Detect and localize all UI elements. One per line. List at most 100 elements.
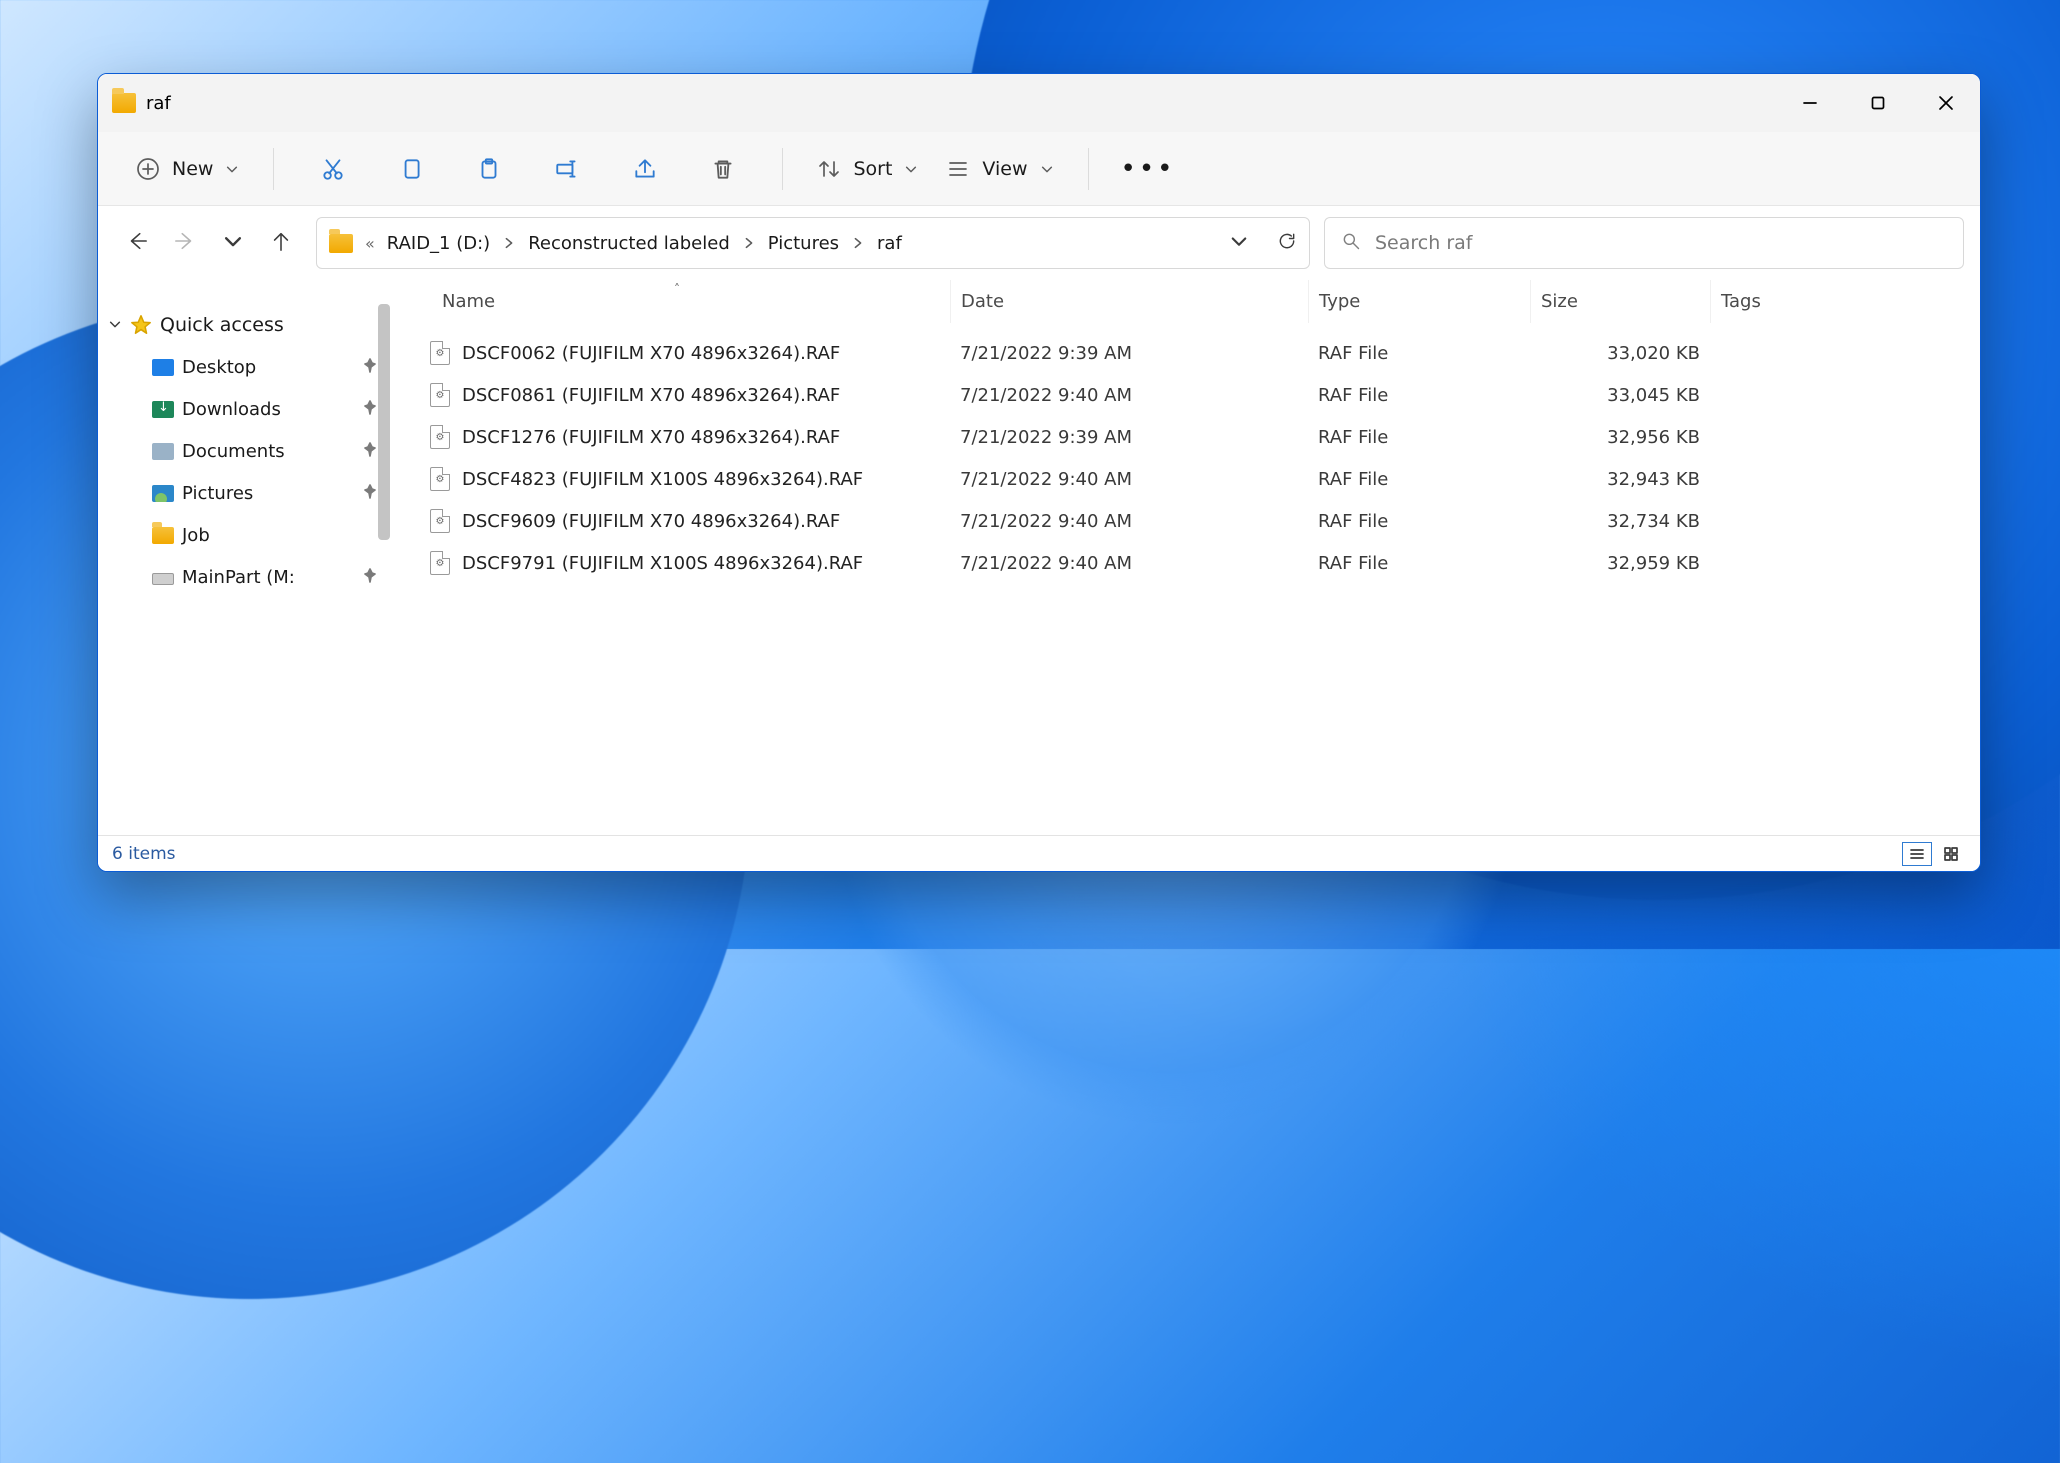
tree-item-label: Desktop xyxy=(182,357,256,378)
breadcrumb-segment[interactable]: RAID_1 (D:) xyxy=(381,229,496,258)
file-row[interactable]: ⚙ DSCF4823 (FUJIFILM X100S 4896x3264).RAF… xyxy=(390,458,1980,500)
file-name: DSCF0062 (FUJIFILM X70 4896x3264).RAF xyxy=(462,343,840,364)
folder-icon xyxy=(329,234,353,253)
file-date: 7/21/2022 9:40 AM xyxy=(950,469,1308,490)
drive-icon xyxy=(152,573,174,585)
breadcrumb-segment[interactable]: raf xyxy=(871,229,908,258)
file-row[interactable]: ⚙ DSCF0062 (FUJIFILM X70 4896x3264).RAF 7/… xyxy=(390,332,1980,374)
toolbar-separator xyxy=(1088,148,1089,190)
sort-button-label: Sort xyxy=(853,158,892,180)
breadcrumb-segment[interactable]: Reconstructed labeled xyxy=(522,229,736,258)
pin-icon xyxy=(362,567,378,588)
chevron-right-icon[interactable] xyxy=(742,236,756,250)
status-bar: 6 items xyxy=(98,835,1980,871)
file-size: 32,956 KB xyxy=(1530,427,1710,448)
up-button[interactable] xyxy=(270,230,292,256)
downloads-icon xyxy=(152,401,174,418)
tree-item-job[interactable]: Job xyxy=(98,514,390,556)
file-icon: ⚙ xyxy=(430,341,450,365)
file-rows[interactable]: ⚙ DSCF0062 (FUJIFILM X70 4896x3264).RAF 7/… xyxy=(390,324,1980,835)
chevron-down-icon[interactable] xyxy=(108,314,122,336)
share-button[interactable] xyxy=(620,144,670,194)
tree-item-label: Pictures xyxy=(182,483,253,504)
file-row[interactable]: ⚙ DSCF9791 (FUJIFILM X100S 4896x3264).RAF… xyxy=(390,542,1980,584)
view-button-label: View xyxy=(982,158,1027,180)
cut-button[interactable] xyxy=(308,144,358,194)
column-header-type[interactable]: Type xyxy=(1308,280,1530,323)
file-name: DSCF0861 (FUJIFILM X70 4896x3264).RAF xyxy=(462,385,840,406)
search-input[interactable] xyxy=(1375,232,1947,254)
tree-item-mainpart[interactable]: MainPart (M: xyxy=(98,556,390,598)
file-size: 32,943 KB xyxy=(1530,469,1710,490)
file-size: 33,020 KB xyxy=(1530,343,1710,364)
close-button[interactable] xyxy=(1912,74,1980,132)
pin-icon xyxy=(362,399,378,420)
tree-item-pictures[interactable]: Pictures xyxy=(98,472,390,514)
file-type: RAF File xyxy=(1308,511,1530,532)
window-title: raf xyxy=(146,93,171,114)
tree-item-desktop[interactable]: Desktop xyxy=(98,346,390,388)
tree-item-downloads[interactable]: Downloads xyxy=(98,388,390,430)
file-row[interactable]: ⚙DSCF1276 (FUJIFILM X70 4896x3264).RAF7/… xyxy=(390,416,1980,458)
tree-item-quick-access[interactable]: Quick access xyxy=(98,304,390,346)
search-box[interactable] xyxy=(1324,217,1964,269)
file-name: DSCF9609 (FUJIFILM X70 4896x3264).RAF xyxy=(462,511,840,532)
file-size: 32,959 KB xyxy=(1530,553,1710,574)
column-header-size[interactable]: Size xyxy=(1530,280,1710,323)
column-header-tags[interactable]: Tags xyxy=(1710,280,1980,323)
navigation-pane[interactable]: Quick access Desktop Downloads Documents… xyxy=(98,280,390,835)
copy-button[interactable] xyxy=(386,144,436,194)
tree-item-label: Downloads xyxy=(182,399,281,420)
tree-item-documents[interactable]: Documents xyxy=(98,430,390,472)
pictures-icon xyxy=(152,485,174,502)
addressbar-dropdown-button[interactable] xyxy=(1229,231,1249,255)
pin-icon xyxy=(362,483,378,504)
file-list-pane: Name ˄ Date Type Size Tags ⚙ DSCF0062 (FU… xyxy=(390,280,1980,835)
toolbar-separator xyxy=(273,148,274,190)
folder-icon xyxy=(152,527,174,544)
forward-button[interactable] xyxy=(174,230,196,256)
address-bar[interactable]: « RAID_1 (D:) Reconstructed labeled Pict… xyxy=(316,217,1310,269)
chevron-right-icon[interactable] xyxy=(851,236,865,250)
minimize-button[interactable] xyxy=(1776,74,1844,132)
explorer-window: raf New xyxy=(97,73,1981,872)
thumbnails-view-button[interactable] xyxy=(1936,842,1966,866)
more-options-button[interactable]: ••• xyxy=(1113,154,1184,184)
tree-item-label: MainPart (M: xyxy=(182,567,295,588)
rename-button[interactable] xyxy=(542,144,592,194)
sort-button[interactable]: Sort xyxy=(807,146,928,192)
file-size: 32,734 KB xyxy=(1530,511,1710,532)
back-button[interactable] xyxy=(126,230,148,256)
column-header-date[interactable]: Date xyxy=(950,280,1308,323)
desktop-icon xyxy=(152,359,174,376)
file-name: DSCF9791 (FUJIFILM X100S 4896x3264).RAF xyxy=(462,553,863,574)
view-button[interactable]: View xyxy=(936,146,1063,192)
file-icon: ⚙ xyxy=(430,383,450,407)
file-type: RAF File xyxy=(1308,343,1530,364)
file-icon: ⚙ xyxy=(430,425,450,449)
titlebar[interactable]: raf xyxy=(98,74,1980,132)
file-date: 7/21/2022 9:39 AM xyxy=(950,343,1308,364)
file-name: DSCF4823 (FUJIFILM X100S 4896x3264).RAF xyxy=(462,469,863,490)
file-row[interactable]: ⚙DSCF9609 (FUJIFILM X70 4896x3264).RAF7/… xyxy=(390,500,1980,542)
new-button[interactable]: New xyxy=(126,146,249,192)
toolbar: New Sort View xyxy=(98,132,1980,206)
maximize-button[interactable] xyxy=(1844,74,1912,132)
file-row[interactable]: ⚙DSCF0861 (FUJIFILM X70 4896x3264).RAF7/… xyxy=(390,374,1980,416)
paste-button[interactable] xyxy=(464,144,514,194)
file-icon: ⚙ xyxy=(430,467,450,491)
file-icon: ⚙ xyxy=(430,509,450,533)
sort-indicator-icon: ˄ xyxy=(674,282,680,296)
file-type: RAF File xyxy=(1308,385,1530,406)
file-type: RAF File xyxy=(1308,427,1530,448)
file-icon: ⚙ xyxy=(430,551,450,575)
delete-button[interactable] xyxy=(698,144,748,194)
refresh-button[interactable] xyxy=(1277,231,1297,255)
column-header-name[interactable]: Name ˄ xyxy=(414,280,950,323)
file-type: RAF File xyxy=(1308,553,1530,574)
recent-locations-button[interactable] xyxy=(222,230,244,256)
breadcrumb-overflow[interactable]: « xyxy=(365,234,375,253)
breadcrumb-segment[interactable]: Pictures xyxy=(762,229,845,258)
chevron-right-icon[interactable] xyxy=(502,236,516,250)
details-view-button[interactable] xyxy=(1902,842,1932,866)
